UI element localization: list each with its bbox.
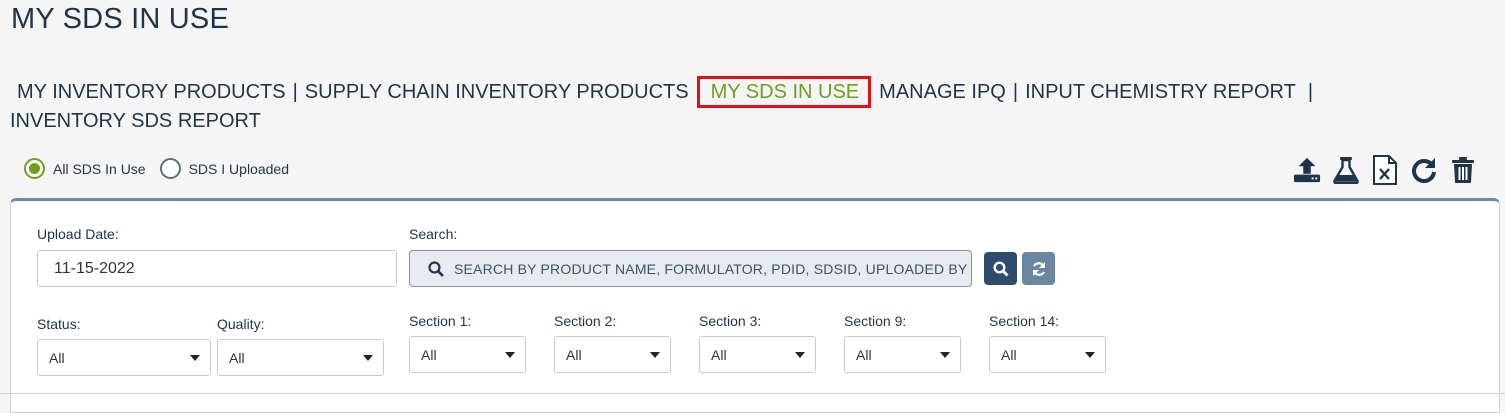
quality-selected-value: All bbox=[229, 349, 245, 366]
excel-file-icon bbox=[1373, 155, 1397, 185]
panel-divider bbox=[0, 393, 1505, 394]
caret-down-icon bbox=[190, 355, 200, 361]
search-icon bbox=[992, 260, 1008, 276]
refresh-icon bbox=[1412, 158, 1436, 184]
export-excel-button[interactable] bbox=[1371, 155, 1399, 185]
section-2-select[interactable]: All bbox=[554, 336, 671, 373]
refresh-button[interactable] bbox=[1410, 155, 1438, 185]
flask-button[interactable] bbox=[1332, 155, 1360, 185]
delete-button[interactable] bbox=[1449, 155, 1477, 185]
nav-link-my-inventory-products[interactable]: MY INVENTORY PRODUCTS bbox=[17, 79, 286, 106]
nav-link-supply-chain-inventory-products[interactable]: SUPPLY CHAIN INVENTORY PRODUCTS bbox=[305, 79, 689, 106]
search-input[interactable] bbox=[451, 259, 971, 278]
section-2-label: Section 2: bbox=[554, 313, 617, 329]
status-select[interactable]: All bbox=[37, 339, 211, 376]
trash-icon bbox=[1452, 157, 1474, 183]
sds-filter-radio-group: All SDS In Use SDS I Uploaded bbox=[24, 158, 303, 179]
section-14-selected-value: All bbox=[1001, 346, 1017, 363]
caret-down-icon bbox=[363, 355, 373, 361]
status-selected-value: All bbox=[49, 349, 65, 366]
nav-link-my-sds-in-use[interactable]: MY SDS IN USE bbox=[696, 76, 872, 108]
radio-label: SDS I Uploaded bbox=[188, 160, 289, 177]
upload-icon bbox=[1293, 157, 1321, 183]
filter-panel: Upload Date: 11-15-2022 Search: Status: … bbox=[10, 198, 1500, 413]
upload-date-label: Upload Date: bbox=[37, 226, 119, 242]
section-3-label: Section 3: bbox=[699, 313, 762, 329]
caret-down-icon bbox=[650, 352, 660, 358]
nav-separator: | bbox=[292, 80, 298, 103]
section-1-selected-value: All bbox=[421, 346, 437, 363]
nav-link-inventory-sds-report[interactable]: INVENTORY SDS REPORT bbox=[10, 108, 261, 135]
upload-date-input[interactable]: 11-15-2022 bbox=[37, 250, 397, 287]
section-2-selected-value: All bbox=[566, 346, 582, 363]
radio-unchecked-icon bbox=[159, 158, 181, 179]
section-9-label: Section 9: bbox=[844, 313, 907, 329]
page-title: MY SDS IN USE bbox=[11, 3, 230, 35]
radio-all-sds-in-use[interactable]: All SDS In Use bbox=[24, 158, 146, 179]
nav-link-manage-ipq[interactable]: MANAGE IPQ bbox=[879, 79, 1006, 106]
caret-down-icon bbox=[795, 352, 805, 358]
inventory-nav: MY INVENTORY PRODUCTS | SUPPLY CHAIN INV… bbox=[10, 76, 1314, 135]
radio-label: All SDS In Use bbox=[53, 160, 146, 177]
section-14-label: Section 14: bbox=[989, 313, 1060, 329]
section-3-selected-value: All bbox=[711, 346, 727, 363]
radio-sds-i-uploaded[interactable]: SDS I Uploaded bbox=[159, 158, 289, 179]
quality-select[interactable]: All bbox=[217, 339, 384, 376]
flask-icon bbox=[1333, 157, 1359, 184]
toolbar bbox=[1293, 155, 1477, 185]
caret-down-icon bbox=[940, 352, 950, 358]
search-icon bbox=[428, 260, 444, 277]
reset-search-button[interactable] bbox=[1022, 252, 1055, 285]
upload-button[interactable] bbox=[1293, 155, 1321, 185]
nav-separator: | bbox=[1307, 80, 1314, 103]
nav-separator: | bbox=[1012, 80, 1019, 103]
section-9-select[interactable]: All bbox=[844, 336, 961, 373]
section-3-select[interactable]: All bbox=[699, 336, 816, 373]
status-label: Status: bbox=[37, 316, 81, 332]
caret-down-icon bbox=[505, 352, 515, 358]
refresh-icon bbox=[1032, 261, 1045, 276]
search-button[interactable] bbox=[984, 252, 1017, 285]
search-label: Search: bbox=[409, 226, 458, 242]
section-14-select[interactable]: All bbox=[989, 336, 1106, 373]
caret-down-icon bbox=[1085, 352, 1095, 358]
section-9-selected-value: All bbox=[856, 346, 872, 363]
section-1-select[interactable]: All bbox=[409, 336, 526, 373]
quality-label: Quality: bbox=[217, 316, 265, 332]
search-field[interactable] bbox=[409, 250, 972, 287]
nav-link-input-chemistry-report[interactable]: INPUT CHEMISTRY REPORT bbox=[1025, 79, 1296, 106]
section-1-label: Section 1: bbox=[409, 313, 472, 329]
radio-checked-icon bbox=[24, 158, 45, 179]
